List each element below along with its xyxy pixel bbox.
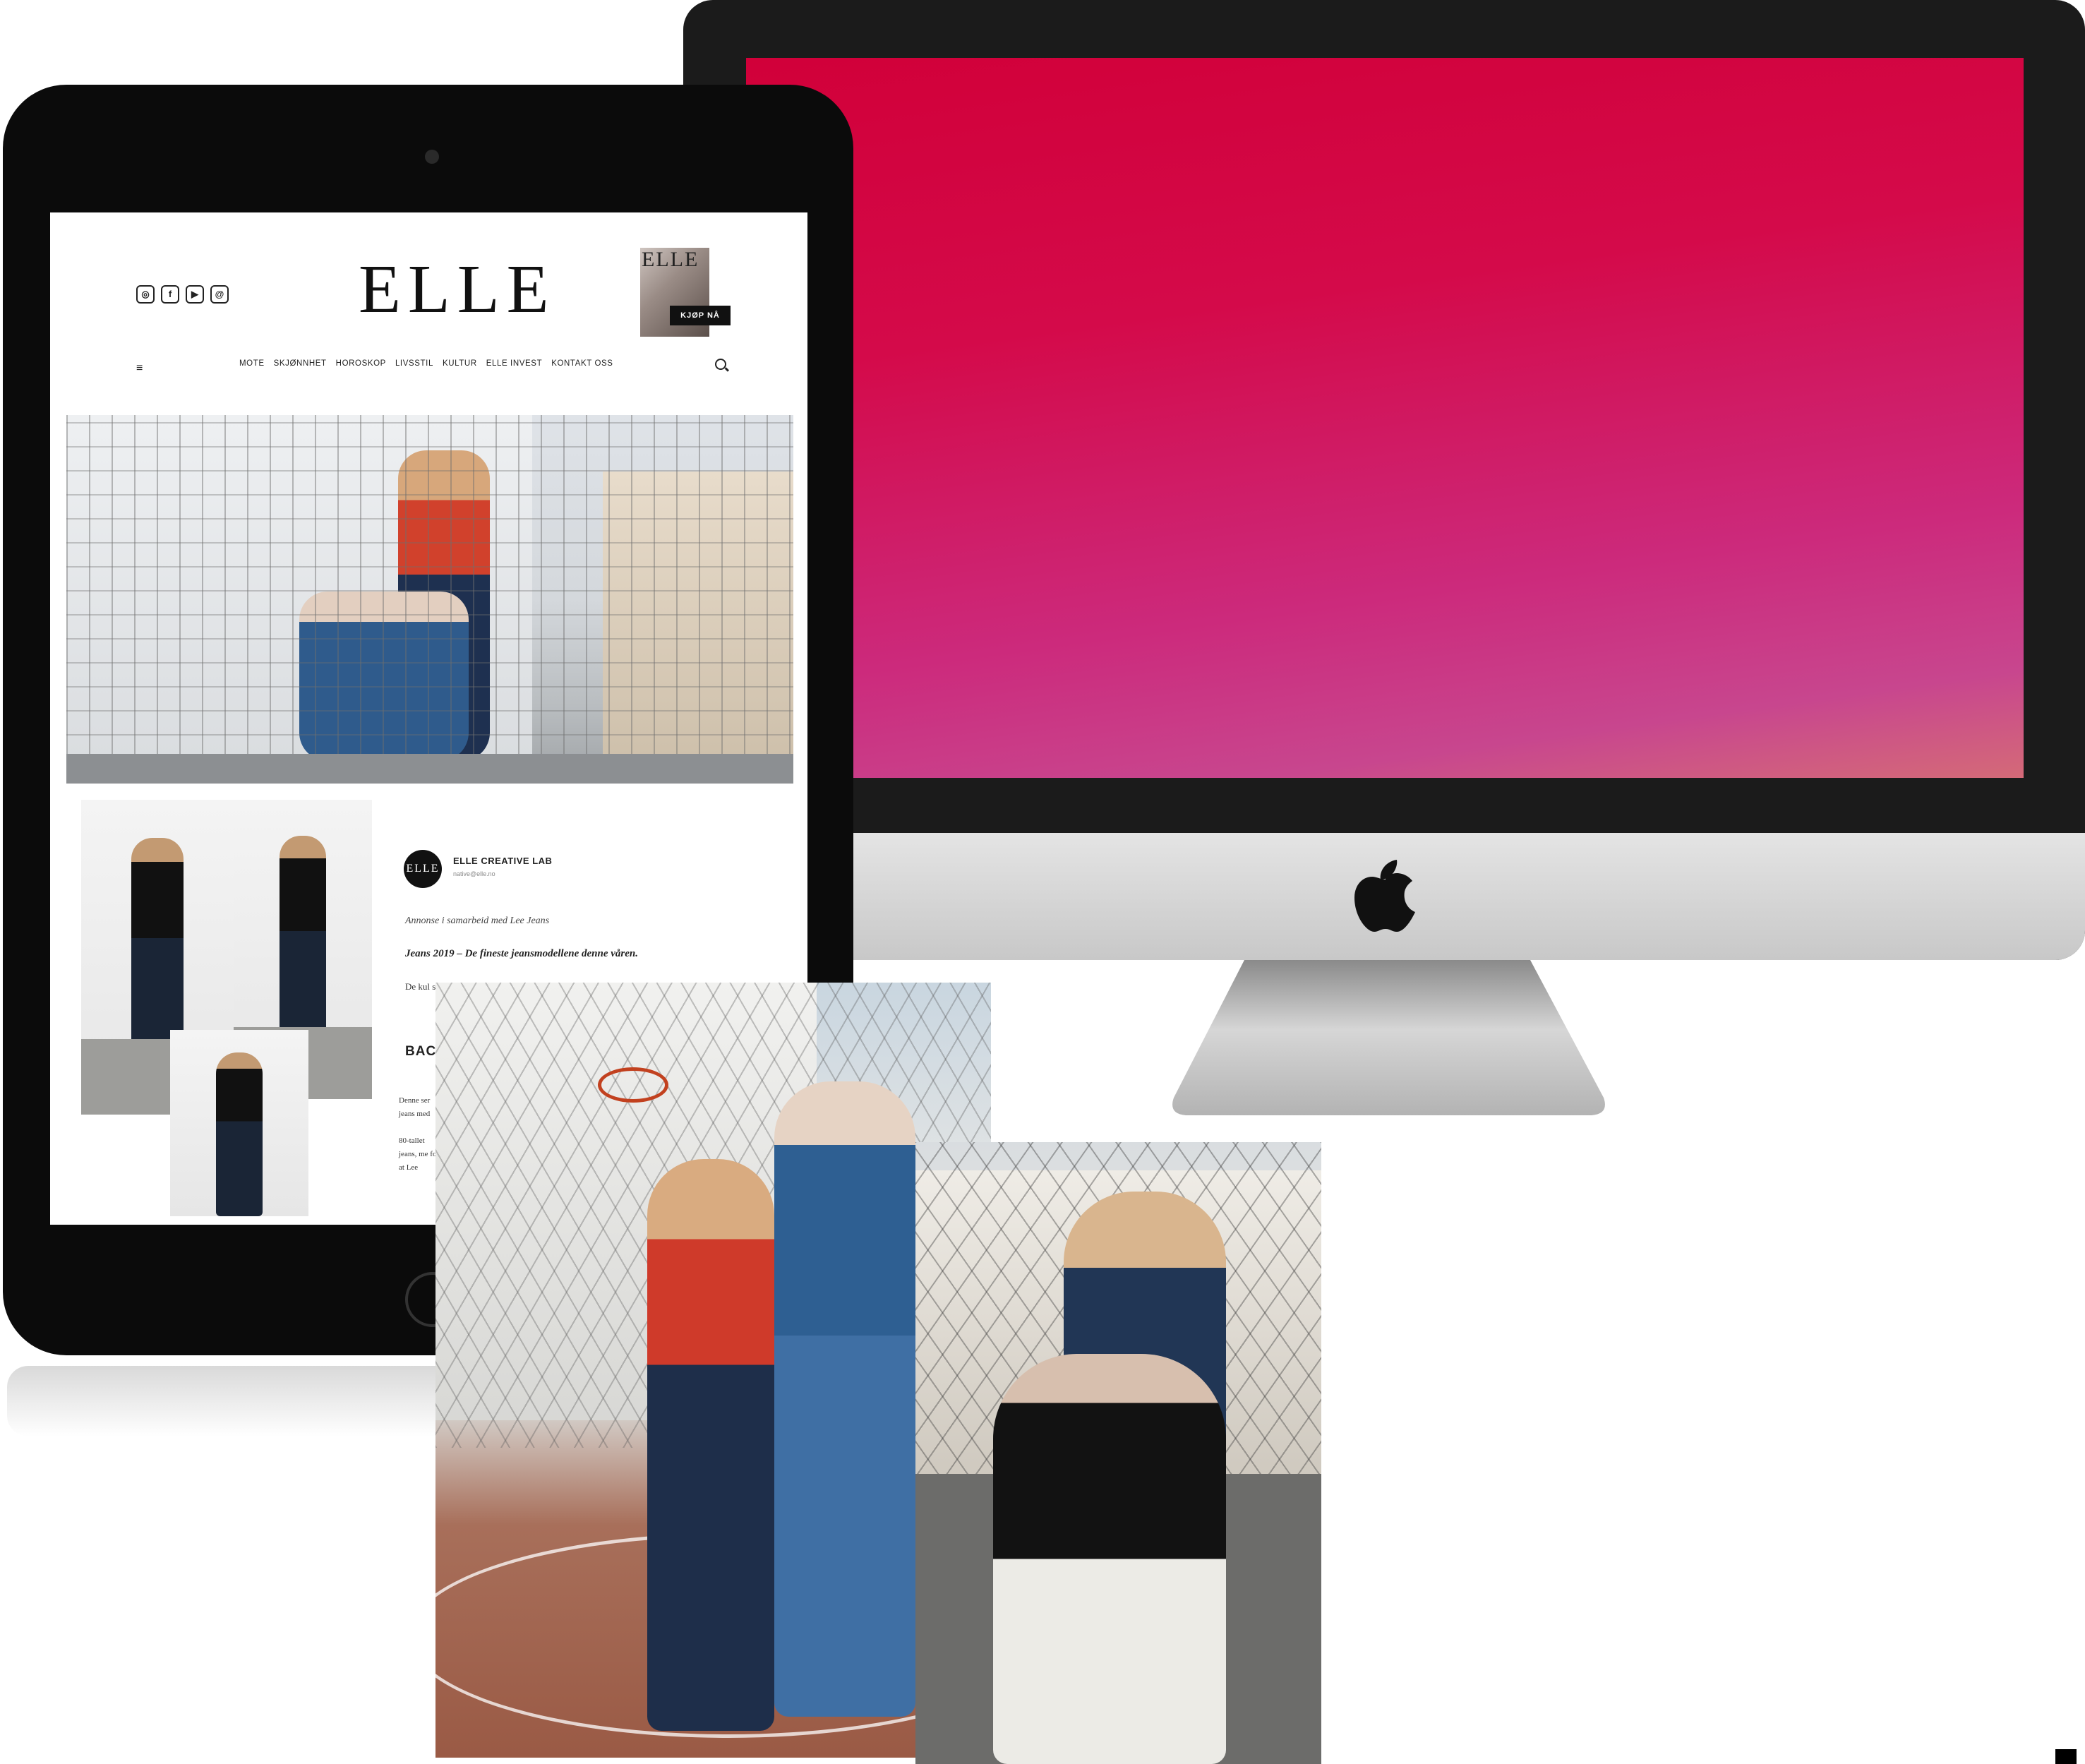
nav-item-livsstil[interactable]: LIVSSTIL [395,359,433,368]
product-thumbnails [81,800,372,1216]
buy-magazine-button[interactable]: KJØP NÅ [670,306,731,325]
article-lead: Jeans 2019 – De fineste jeansmodellene d… [405,948,638,959]
author-name[interactable]: ELLE CREATIVE LAB [453,856,552,866]
photo1-model-denim [774,1081,915,1717]
photo-wall-pose [915,1142,1321,1764]
thumbnail-3-model [215,1052,263,1216]
instagram-icon[interactable]: ◎ [136,285,155,304]
hero-ground [66,754,793,784]
article-subheading: BAC [405,1044,437,1059]
nav-item-elle-invest[interactable]: ELLE INVEST [486,359,542,368]
magazine-cover-title: ELLE [642,248,699,271]
nav-item-mote[interactable]: MOTE [239,359,265,368]
social-links: ◎ f ▶ @ [136,285,229,304]
facebook-icon[interactable]: f [161,285,179,304]
basketball-hoop [598,1067,668,1103]
corner-mark [2055,1749,2077,1764]
site-logo[interactable]: ELLE [359,255,555,324]
author-email[interactable]: native@elle.no [453,870,495,877]
hamburger-menu-icon[interactable]: ≡ [136,362,143,375]
youtube-icon[interactable]: ▶ [186,285,204,304]
nav-item-kultur[interactable]: KULTUR [443,359,477,368]
hero-image [66,415,793,784]
main-nav: MOTE SKJØNNHET HOROSKOP LIVSSTIL KULTUR … [239,359,613,368]
photo2-model-front [993,1354,1226,1764]
ipad-camera [425,150,439,164]
nav-item-kontakt-oss[interactable]: KONTAKT OSS [551,359,613,368]
sponsor-note: Annonse i samarbeid med Lee Jeans [405,916,550,926]
nav-item-horoskop[interactable]: HOROSKOP [336,359,386,368]
search-icon[interactable] [715,359,726,370]
article-body-2: Denne ser jeans med [399,1096,431,1118]
photo1-model-red-shirt [647,1159,774,1731]
photo-basketball-court [435,983,991,1758]
thumbnail-3[interactable] [170,1030,308,1216]
apple-logo-icon [1354,860,1415,932]
hero-fence [66,415,793,784]
imac-screen [746,58,2024,778]
nav-item-skjonnhet[interactable]: SKJØNNHET [274,359,327,368]
author-avatar[interactable]: ELLE [404,850,442,888]
email-icon[interactable]: @ [210,285,229,304]
article-body-3: 80-tallet jeans, me for at Lee [399,1136,440,1172]
